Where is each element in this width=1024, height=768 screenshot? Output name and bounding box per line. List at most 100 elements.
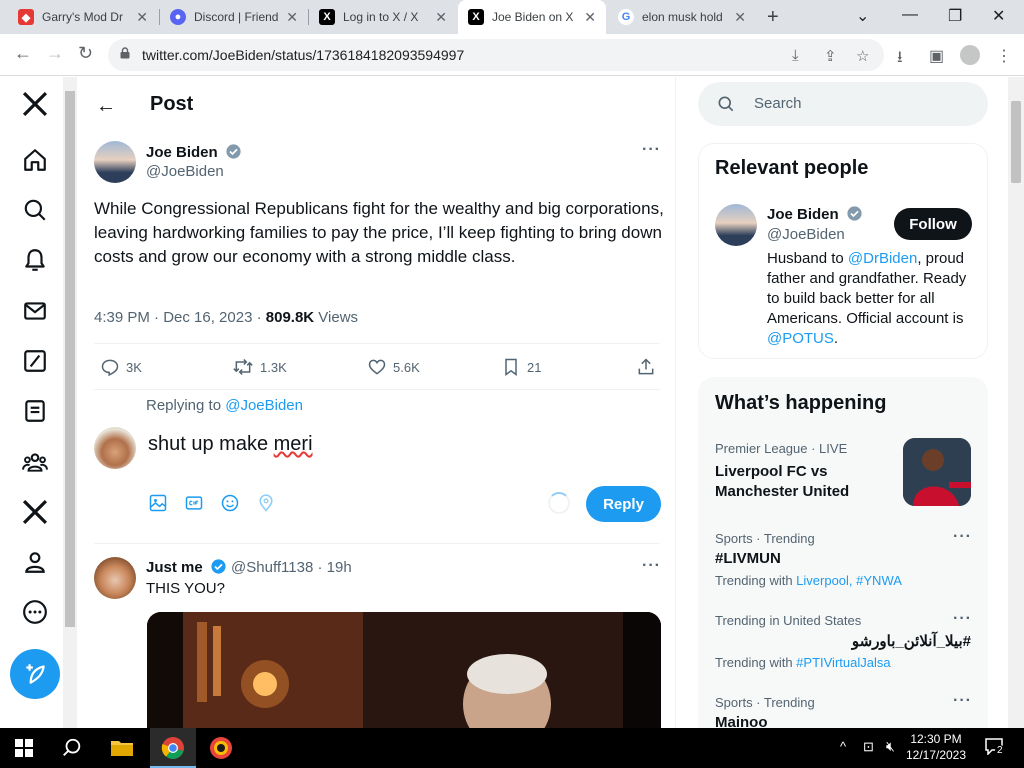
forward-button[interactable]: → <box>46 43 64 64</box>
avatar[interactable] <box>94 141 136 183</box>
reply-action[interactable]: 3K <box>100 357 142 377</box>
trend-meta: Sports · Trending <box>715 531 815 546</box>
back-arrow-icon[interactable]: ← <box>96 95 116 118</box>
image-icon[interactable] <box>148 493 168 513</box>
restore-button[interactable]: ❐ <box>948 6 962 26</box>
install-app-icon[interactable]: ⤓ <box>792 47 799 64</box>
more-menu-icon[interactable]: ··· <box>953 610 972 628</box>
repost-action[interactable]: 1.3K <box>232 357 287 377</box>
search-icon <box>718 96 734 112</box>
tab-google-search[interactable]: G elon musk hold ✕ <box>608 0 756 34</box>
share-icon[interactable]: ⇪ <box>824 47 837 65</box>
more-menu-icon[interactable]: ··· <box>953 692 972 710</box>
close-icon[interactable]: ✕ <box>286 9 298 26</box>
communities-icon[interactable] <box>22 449 48 475</box>
reload-button[interactable]: ↻ <box>78 43 93 64</box>
page-scrollbar[interactable] <box>1008 77 1024 728</box>
author-name[interactable]: Joe Biden <box>146 144 218 161</box>
close-icon[interactable]: ✕ <box>734 9 746 26</box>
premium-x-icon[interactable] <box>22 499 48 525</box>
like-action[interactable]: 5.6K <box>367 357 420 377</box>
trend-with-tags[interactable]: Liverpool, #YNWA <box>796 573 902 588</box>
browser-app-icon[interactable] <box>209 736 233 760</box>
notifications-bell-icon[interactable] <box>22 247 48 273</box>
avatar[interactable] <box>715 204 757 246</box>
reply-author-name[interactable]: Just me <box>146 559 203 576</box>
more-menu-icon[interactable]: ··· <box>953 528 972 546</box>
more-options-icon[interactable] <box>22 599 48 625</box>
chevron-up-icon[interactable]: ^ <box>840 739 846 754</box>
downloads-icon[interactable]: ⭳ <box>897 46 903 73</box>
close-icon[interactable]: ✕ <box>584 9 596 26</box>
trend-thumbnail <box>903 438 971 506</box>
side-panel-icon[interactable]: ▣ <box>929 46 944 66</box>
lists-icon[interactable] <box>22 398 48 424</box>
bio-link[interactable]: @DrBiden <box>848 250 917 267</box>
tab-discord[interactable]: ● Discord | Friend ✕ <box>160 0 308 34</box>
timestamp[interactable]: 4:39 PM · Dec 16, 2023 · <box>94 309 266 326</box>
follow-button[interactable]: Follow <box>894 208 972 240</box>
gif-icon[interactable] <box>184 493 204 513</box>
new-tab-button[interactable]: + <box>767 6 779 29</box>
menu-kebab-icon[interactable]: ⋮ <box>996 46 1012 66</box>
heart-icon <box>368 359 386 375</box>
person-handle[interactable]: @JoeBiden <box>767 226 845 243</box>
replying-to-handle[interactable]: @JoeBiden <box>225 397 303 414</box>
user-avatar[interactable] <box>94 427 136 469</box>
tab-joe-biden[interactable]: X Joe Biden on X ✕ <box>458 0 606 34</box>
file-explorer-icon[interactable] <box>110 738 134 758</box>
reply-author-avatar[interactable] <box>94 557 136 599</box>
character-count-ring <box>548 492 570 514</box>
feather-plus-icon <box>26 664 45 684</box>
tab-search-chevron-icon[interactable]: ⌄ <box>856 6 869 26</box>
reply-author-handle[interactable]: @Shuff1138 <box>231 559 313 576</box>
profile-icon[interactable] <box>960 45 980 65</box>
bookmark-action[interactable]: 21 <box>501 357 541 377</box>
more-menu-icon[interactable]: ··· <box>642 557 661 575</box>
close-icon[interactable]: ✕ <box>136 9 148 26</box>
explore-search-icon[interactable] <box>22 197 48 223</box>
author-handle[interactable]: @JoeBiden <box>146 163 224 180</box>
more-menu-icon[interactable]: ··· <box>642 141 661 159</box>
scrollbar-thumb[interactable] <box>65 91 75 627</box>
tab-x-login[interactable]: X Log in to X / X ✕ <box>309 0 457 34</box>
search-input[interactable]: Search <box>698 82 988 126</box>
close-window-button[interactable]: ✕ <box>992 6 1005 26</box>
close-icon[interactable]: ✕ <box>435 9 447 26</box>
x-icon: X <box>468 9 484 25</box>
clock-time[interactable]: 12:30 PM <box>904 732 968 746</box>
notifications-button[interactable]: 2 <box>984 737 1006 759</box>
home-icon[interactable] <box>22 147 48 173</box>
share-action[interactable] <box>636 357 662 377</box>
minimize-button[interactable]: — <box>902 6 918 24</box>
bio-link[interactable]: @POTUS <box>767 330 834 347</box>
messages-envelope-icon[interactable] <box>22 298 48 324</box>
back-button[interactable]: ← <box>14 43 32 64</box>
left-scrollbar[interactable] <box>63 77 77 728</box>
grok-icon[interactable] <box>22 348 48 374</box>
address-bar[interactable]: twitter.com/JoeBiden/status/173618418209… <box>108 39 884 71</box>
compose-post-button[interactable] <box>10 649 60 699</box>
x-logo-icon[interactable] <box>22 91 48 117</box>
taskbar-search-icon[interactable] <box>61 737 83 759</box>
tab-garrys-mod[interactable]: ◆ Garry's Mod Dr ✕ <box>8 0 158 34</box>
emoji-icon[interactable] <box>220 493 240 513</box>
bookmark-star-icon[interactable]: ☆ <box>856 47 869 65</box>
reply-tweet-media[interactable] <box>147 612 661 728</box>
reply-age[interactable]: 19h <box>327 559 352 576</box>
person-name[interactable]: Joe Biden <box>767 206 839 223</box>
chrome-taskbar-button[interactable] <box>150 728 196 768</box>
volume-muted-icon[interactable]: 🔇︎ <box>886 738 895 755</box>
location-pin-icon[interactable] <box>256 493 276 513</box>
scrollbar-thumb[interactable] <box>1011 101 1021 183</box>
clock-date[interactable]: 12/17/2023 <box>904 748 968 762</box>
reply-author-row: Just me @Shuff1138 · 19h <box>146 558 352 576</box>
reply-textbox[interactable]: shut up make meri <box>148 433 313 456</box>
notification-count: 2 <box>995 745 1005 756</box>
reply-button[interactable]: Reply <box>586 486 661 522</box>
trend-with-tags[interactable]: #PTIVirtualJalsa <box>796 655 890 670</box>
profile-person-icon[interactable] <box>22 549 48 575</box>
card-title: What’s happening <box>715 392 887 414</box>
network-icon[interactable]: ⊡ <box>863 739 874 755</box>
windows-start-icon[interactable] <box>15 739 33 757</box>
